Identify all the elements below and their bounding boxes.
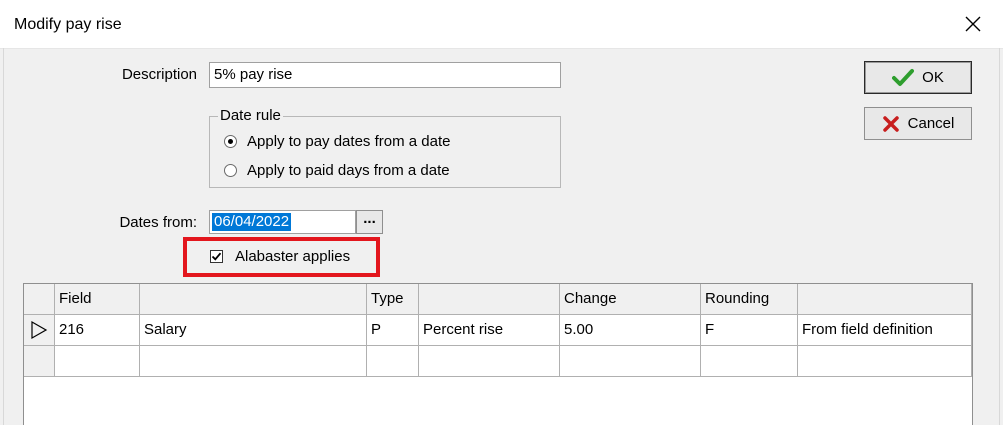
checkmark-icon	[211, 252, 222, 261]
table-cell[interactable]: 216	[55, 315, 140, 346]
table-cell[interactable]	[140, 346, 367, 377]
ok-button[interactable]: OK	[864, 61, 972, 94]
row-indicator[interactable]	[24, 315, 55, 346]
col-header-rounding-description[interactable]	[798, 284, 972, 315]
dates-from-input[interactable]: 06/04/2022	[209, 210, 356, 234]
dates-from-label: Dates from:	[119, 214, 197, 231]
table-cell[interactable]: Salary	[140, 315, 367, 346]
col-header-description[interactable]	[140, 284, 367, 315]
col-header-change[interactable]: Change	[560, 284, 701, 315]
alabaster-label: Alabaster applies	[235, 248, 351, 265]
window-title: Modify pay rise	[14, 16, 122, 33]
date-rule-group: Date rule Apply to pay dates from a date…	[209, 107, 561, 188]
cancel-button[interactable]: Cancel	[864, 107, 972, 140]
radio-pay-dates-indicator[interactable]	[224, 135, 237, 148]
radio-paid-days[interactable]: Apply to paid days from a date	[224, 162, 450, 179]
date-rule-legend: Date rule	[218, 107, 283, 124]
title-bar: Modify pay rise	[0, 0, 1003, 49]
table-cell[interactable]: 5.00	[560, 315, 701, 346]
radio-paid-days-indicator[interactable]	[224, 164, 237, 177]
table-cell[interactable]	[55, 346, 140, 377]
radio-paid-days-label: Apply to paid days from a date	[247, 162, 450, 179]
close-icon	[965, 16, 981, 32]
date-browse-button[interactable]: ...	[356, 210, 383, 234]
col-header-rounding[interactable]: Rounding	[701, 284, 798, 315]
table-cell[interactable]	[560, 346, 701, 377]
col-header-type-description[interactable]	[419, 284, 560, 315]
description-input[interactable]: 5% pay rise	[209, 62, 561, 88]
description-label: Description	[121, 66, 197, 83]
row-indicator[interactable]	[24, 346, 55, 377]
table-cell[interactable]: Percent rise	[419, 315, 560, 346]
description-value: 5% pay rise	[214, 66, 293, 83]
radio-pay-dates[interactable]: Apply to pay dates from a date	[224, 133, 450, 150]
table-cell[interactable]	[701, 346, 798, 377]
table-cell[interactable]: P	[367, 315, 419, 346]
ok-label: OK	[922, 69, 944, 86]
grid-corner	[24, 284, 55, 315]
cancel-label: Cancel	[907, 115, 955, 132]
table-cell[interactable]	[419, 346, 560, 377]
table-cell[interactable]: From field definition	[798, 315, 972, 346]
table-cell[interactable]: F	[701, 315, 798, 346]
x-icon	[882, 115, 899, 132]
row-pointer-icon	[31, 320, 48, 340]
dates-from-value: 06/04/2022	[212, 213, 292, 231]
pay-rise-grid[interactable]: Field Type Change Rounding 216 Salary P …	[23, 283, 973, 425]
table-cell[interactable]	[798, 346, 972, 377]
alabaster-checkbox[interactable]	[210, 250, 223, 263]
radio-pay-dates-label: Apply to pay dates from a date	[247, 133, 451, 150]
col-header-field[interactable]: Field	[55, 284, 140, 315]
close-button[interactable]	[943, 0, 1003, 48]
table-cell[interactable]	[367, 346, 419, 377]
col-header-type[interactable]: Type	[367, 284, 419, 315]
check-icon	[892, 68, 915, 86]
